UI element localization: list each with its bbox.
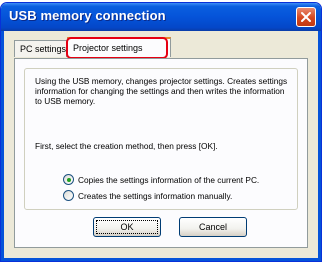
close-icon: [301, 12, 311, 22]
cancel-button[interactable]: Cancel: [179, 217, 247, 237]
option-label: Creates the settings information manuall…: [78, 190, 233, 201]
option-label: Copies the settings information of the c…: [78, 174, 260, 185]
title-bar[interactable]: USB memory connection: [1, 3, 321, 31]
cancel-button-label: Cancel: [198, 222, 227, 232]
settings-group: Using the USB memory, changes projector …: [24, 68, 298, 210]
option-create-manually[interactable]: Creates the settings information manuall…: [63, 190, 232, 201]
instruction-text: First, select the creation method, then …: [35, 141, 218, 151]
close-button[interactable]: [296, 7, 316, 27]
radio-button-selected[interactable]: [63, 174, 74, 185]
description-text: Using the USB memory, changes projector …: [35, 76, 288, 106]
focus-ring: [96, 220, 158, 234]
radio-dot: [66, 177, 71, 182]
option-copy-current-pc[interactable]: Copies the settings information of the c…: [63, 174, 259, 185]
ok-button[interactable]: OK: [93, 217, 161, 237]
tab-pc-settings[interactable]: PC settings: [14, 40, 67, 57]
window-border: [318, 31, 321, 261]
tab-panel: Using the USB memory, changes projector …: [14, 58, 308, 248]
window-border: [1, 258, 321, 261]
window-border: [1, 31, 4, 261]
window-title: USB memory connection: [9, 8, 166, 23]
radio-button[interactable]: [63, 190, 74, 201]
tab-projector-settings[interactable]: Projector settings: [67, 37, 171, 57]
